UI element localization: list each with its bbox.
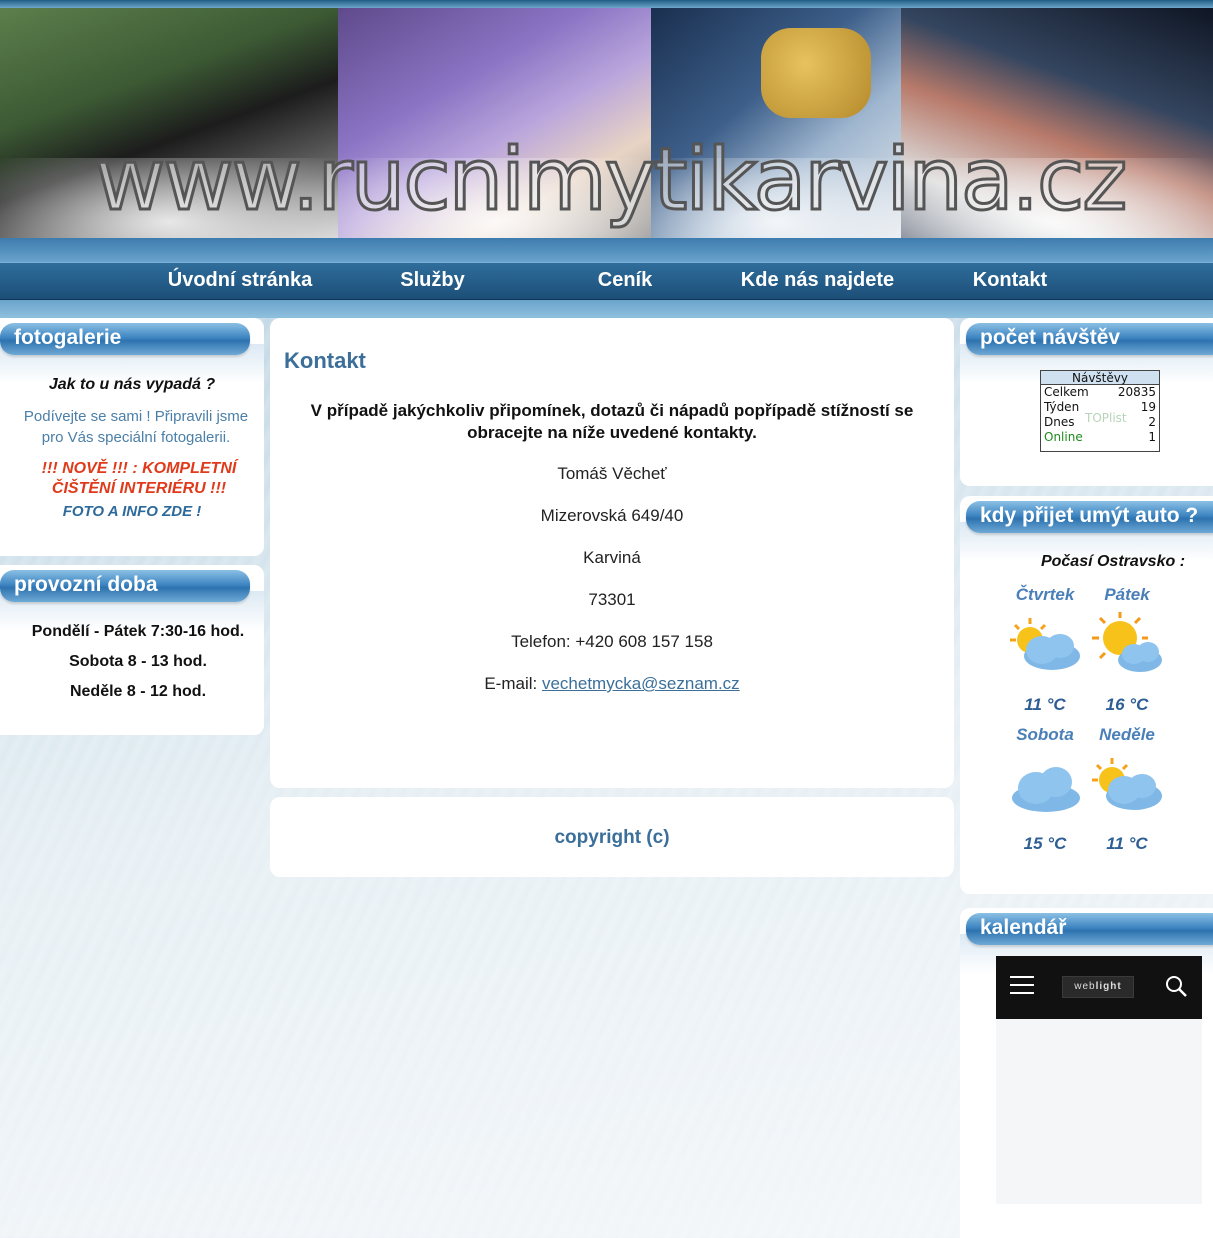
counter-value-total: 20835 — [1117, 385, 1156, 399]
contact-intro: V případě jakýchkoliv připomínek, dotazů… — [310, 401, 914, 442]
main-nav: Úvodní stránka Služby Ceník Kde nás najd… — [0, 262, 1213, 300]
top-strip — [0, 0, 1213, 8]
contact-name: Tomáš Věcheť — [557, 464, 667, 483]
cloud-icon — [1012, 767, 1080, 812]
weather-temp-1: 11 °C — [1024, 695, 1066, 714]
weather-temp-3: 15 °C — [1023, 834, 1067, 853]
contact-phone: Telefon: +420 608 157 158 — [511, 632, 713, 651]
opening-hours-heading: provozní doba — [0, 570, 250, 602]
hours-weekdays: Pondělí - Pátek 7:30-16 hod. — [31, 623, 245, 640]
opening-hours-box: provozní doba Pondělí - Pátek 7:30-16 ho… — [0, 565, 264, 735]
weather-day-2: Pátek — [1104, 585, 1150, 604]
weather-temp-4: 11 °C — [1106, 834, 1148, 853]
toplist-watermark: TOPlist — [1085, 411, 1127, 425]
email-link[interactable]: vechetmycka@seznam.cz — [542, 674, 740, 693]
counter-label-today: Dnes — [1044, 415, 1075, 429]
nav-item-contact[interactable]: Kontakt — [955, 263, 1065, 301]
contact-street: Mizerovská 649/40 — [540, 506, 684, 525]
calendar-widget: weblight — [996, 956, 1202, 1204]
weather-heading: kdy přijet umýt auto ? — [966, 501, 1213, 533]
menu-icon[interactable] — [1010, 976, 1034, 996]
email-label: E-mail: — [484, 674, 542, 693]
partly-cloudy-icon — [1092, 758, 1162, 810]
weather-box: kdy přijet umýt auto ? Počasí Ostravsko … — [960, 496, 1213, 894]
contact-city: Karviná — [583, 548, 641, 567]
nav-item-location[interactable]: Kde nás najdete — [730, 263, 905, 301]
gallery-heading: fotogalerie — [0, 323, 250, 355]
gallery-link[interactable]: FOTO A INFO ZDE ! — [0, 503, 264, 520]
counter-value-week: 19 — [1140, 400, 1156, 414]
weather-region: Počasí Ostravsko : — [1040, 553, 1186, 570]
contact-email-row: E-mail: vechetmycka@seznam.cz — [270, 674, 954, 694]
sun-cloud-icon — [1092, 612, 1162, 672]
gallery-question: Jak to u nás vypadá ? — [48, 376, 216, 393]
gallery-description: Podívejte se sami ! Připravili jsme pro … — [23, 408, 249, 446]
counter-label-online: Online — [1044, 430, 1083, 444]
counter-value-online: 1 — [1148, 430, 1156, 444]
weather-day-4: Neděle — [1099, 725, 1155, 744]
calendar-heading: kalendář — [966, 913, 1213, 945]
hours-sunday: Neděle 8 - 12 hod. — [69, 683, 207, 700]
nav-item-pricelist[interactable]: Ceník — [575, 263, 675, 301]
counter-label-week: Týden — [1044, 400, 1080, 414]
nav-item-services[interactable]: Služby — [375, 263, 490, 301]
page-title: Kontakt — [284, 348, 366, 373]
partly-cloudy-icon — [1010, 618, 1080, 670]
hours-saturday: Sobota 8 - 13 hod. — [69, 653, 207, 670]
visits-heading: počet návštěv — [966, 323, 1213, 355]
contact-content: Kontakt V případě jakýchkoliv připomínek… — [270, 318, 954, 788]
calendar-box: kalendář weblight — [960, 908, 1213, 1238]
banner-title: www.rucnimytikarvina.cz — [93, 129, 1128, 232]
header-banner: www.rucnimytikarvina.cz — [0, 8, 1213, 238]
nav-item-home[interactable]: Úvodní stránka — [150, 263, 330, 301]
weblight-logo[interactable]: weblight — [1062, 976, 1134, 998]
calendar-toolbar: weblight — [996, 956, 1202, 1019]
counter-title: Návštěvy — [1041, 371, 1159, 385]
contact-zip: 73301 — [588, 590, 636, 609]
interior-cleaning-notice: !!! NOVĚ !!! : KOMPLETNÍ ČIŠTĚNÍ INTERIÉ… — [41, 460, 237, 497]
copyright-text: copyright (c) — [554, 827, 670, 848]
search-icon[interactable] — [1164, 974, 1188, 998]
counter-label-total: Celkem — [1044, 385, 1089, 399]
toplist-counter[interactable]: Návštěvy Celkem 20835 Týden 19 Dnes 2 Onlin… — [1040, 370, 1160, 452]
footer-box: copyright (c) — [270, 797, 954, 877]
visits-box: počet návštěv Návštěvy Celkem 20835 Týden… — [960, 318, 1213, 486]
gallery-box: fotogalerie Jak to u nás vypadá ? Podíve… — [0, 318, 264, 556]
weather-temp-2: 16 °C — [1105, 695, 1149, 714]
weather-day-3: Sobota — [1016, 725, 1074, 744]
counter-value-today: 2 — [1148, 415, 1156, 429]
weather-day-1: Čtvrtek — [1015, 585, 1075, 604]
